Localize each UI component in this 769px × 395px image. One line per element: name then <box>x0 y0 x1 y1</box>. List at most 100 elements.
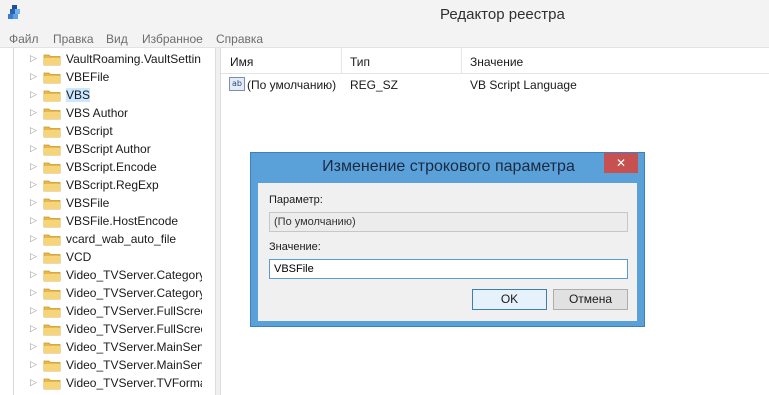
expand-arrow-icon[interactable]: ▷ <box>30 305 37 316</box>
folder-icon <box>43 162 61 174</box>
tree-item[interactable]: ▷ VaultRoaming.VaultSettin <box>30 50 202 68</box>
tree-item[interactable]: ▷ VBS Author <box>30 104 202 122</box>
tree-item[interactable]: ▷ VBScript.RegExp <box>30 176 202 194</box>
registry-tree[interactable]: ▷ VaultRoaming.VaultSettin ▷ VBEFile ▷ VBS ▷ VB… <box>0 48 215 395</box>
tree-item[interactable]: ▷ Video_TVServer.FullScree <box>30 320 202 338</box>
param-label: Параметр: <box>269 194 323 206</box>
column-divider[interactable] <box>461 48 462 74</box>
expand-arrow-icon[interactable]: ▷ <box>30 251 37 262</box>
expand-arrow-icon[interactable]: ▷ <box>30 197 37 208</box>
tree-item[interactable]: ▷ Video_TVServer.Category <box>30 266 202 284</box>
folder-icon <box>43 126 61 138</box>
expand-arrow-icon[interactable]: ▷ <box>30 107 37 118</box>
tree-item-label: vcard_wab_auto_file <box>66 232 177 246</box>
tree-item-label: VBS Author <box>66 106 129 120</box>
tree-item[interactable]: ▷ VCD <box>30 248 202 266</box>
expand-arrow-icon[interactable]: ▷ <box>30 269 37 280</box>
tree-item-label: Video_TVServer.FullScree <box>66 322 202 336</box>
tree-item[interactable]: ▷ VBSFile <box>30 194 202 212</box>
tree-item-label: VBEFile <box>66 70 110 84</box>
folder-icon <box>43 288 61 300</box>
value-name: (По умолчанию) <box>247 78 337 92</box>
tree-item-label: VBScript <box>66 124 113 138</box>
tree-item-label: VaultRoaming.VaultSettin <box>66 52 201 66</box>
tree-item-label: Video_TVServer.Category <box>66 268 202 282</box>
expand-arrow-icon[interactable]: ▷ <box>30 143 37 154</box>
edit-string-dialog: Изменение строкового параметра ✕ Парамет… <box>250 152 645 327</box>
tree-item[interactable]: ▷ VBSFile.HostEncode <box>30 212 202 230</box>
expand-arrow-icon[interactable]: ▷ <box>30 287 37 298</box>
param-name-field: (По умолчанию) <box>269 212 628 232</box>
cancel-button[interactable]: Отмена <box>553 289 628 310</box>
list-header: Имя Тип Значение <box>221 48 769 74</box>
tree-item[interactable]: ▷ Video_TVServer.TVForma <box>30 374 202 392</box>
folder-icon <box>43 360 61 372</box>
tree-item-label: Video_TVServer.MainServ <box>66 358 202 372</box>
expand-arrow-icon[interactable]: ▷ <box>30 341 37 352</box>
folder-icon <box>43 342 61 354</box>
title-bar: Редактор реестра <box>0 0 769 30</box>
tree-item[interactable]: ▷ Video_TVServer.Category <box>30 284 202 302</box>
tree-item-label: Video_TVServer.Category <box>66 286 202 300</box>
folder-icon <box>43 252 61 264</box>
tree-item[interactable]: ▷ Video_TVServer.MainServ <box>30 356 202 374</box>
expand-arrow-icon[interactable]: ▷ <box>30 89 37 100</box>
folder-icon <box>43 54 61 66</box>
folder-icon <box>43 144 61 156</box>
tree-gutter <box>0 48 14 395</box>
folder-icon <box>43 306 61 318</box>
folder-icon <box>43 270 61 282</box>
column-divider[interactable] <box>341 48 342 74</box>
folder-icon <box>43 72 61 84</box>
tree-item[interactable]: ▷ VBS <box>30 86 202 104</box>
tree-item-label: Video_TVServer.FullScree <box>66 304 202 318</box>
folder-icon <box>43 378 61 390</box>
tree-item[interactable]: ▷ VBEFile <box>30 68 202 86</box>
tree-item[interactable]: ▷ Video_TVServer.FullScree <box>30 302 202 320</box>
menu-file[interactable]: Файл <box>9 32 39 46</box>
ok-button[interactable]: OK <box>472 289 547 310</box>
column-header-value[interactable]: Значение <box>470 55 523 69</box>
list-row[interactable]: ab (По умолчанию) REG_SZ VB Script Langu… <box>221 75 769 95</box>
tree-item-label: VCD <box>66 250 92 264</box>
menu-edit[interactable]: Правка <box>53 32 94 46</box>
column-header-name[interactable]: Имя <box>230 55 253 69</box>
tree-item[interactable]: ▷ vcard_wab_auto_file <box>30 230 202 248</box>
value-type: REG_SZ <box>350 78 399 92</box>
folder-icon <box>43 216 61 228</box>
expand-arrow-icon[interactable]: ▷ <box>30 323 37 334</box>
value-input[interactable] <box>269 259 628 279</box>
tree-item-label: VBScript.RegExp <box>66 178 159 192</box>
expand-arrow-icon[interactable]: ▷ <box>30 53 37 64</box>
string-value-icon: ab <box>229 77 245 91</box>
expand-arrow-icon[interactable]: ▷ <box>30 233 37 244</box>
folder-icon <box>43 198 61 210</box>
value-data: VB Script Language <box>470 78 577 92</box>
window-title: Редактор реестра <box>440 6 565 23</box>
tree-item[interactable]: ▷ VBScript.Encode <box>30 158 202 176</box>
menu-favorites[interactable]: Избранное <box>142 32 203 46</box>
tree-item-label: Video_TVServer.TVForma <box>66 376 202 390</box>
expand-arrow-icon[interactable]: ▷ <box>30 71 37 82</box>
tree-item[interactable]: ▷ Video_TVServer.MainServ <box>30 338 202 356</box>
tree-item[interactable]: ▷ VBScript Author <box>30 140 202 158</box>
expand-arrow-icon[interactable]: ▷ <box>30 125 37 136</box>
folder-icon <box>43 180 61 192</box>
menu-bar: Файл Правка Вид Избранное Справка <box>0 30 769 48</box>
folder-icon <box>43 324 61 336</box>
menu-view[interactable]: Вид <box>106 32 128 46</box>
column-header-type[interactable]: Тип <box>350 55 370 69</box>
expand-arrow-icon[interactable]: ▷ <box>30 215 37 226</box>
menu-help[interactable]: Справка <box>216 32 263 46</box>
expand-arrow-icon[interactable]: ▷ <box>30 161 37 172</box>
close-button[interactable]: ✕ <box>604 153 638 173</box>
value-label: Значение: <box>269 241 321 253</box>
dialog-title: Изменение строкового параметра <box>322 158 575 175</box>
tree-item[interactable]: ▷ VBScript <box>30 122 202 140</box>
expand-arrow-icon[interactable]: ▷ <box>30 179 37 190</box>
tree-item-label: VBSFile <box>66 196 110 210</box>
expand-arrow-icon[interactable]: ▷ <box>30 359 37 370</box>
tree-item-label: Video_TVServer.MainServ <box>66 340 202 354</box>
expand-arrow-icon[interactable]: ▷ <box>30 377 37 388</box>
dialog-body: Параметр: (По умолчанию) Значение: OK От… <box>258 183 637 321</box>
